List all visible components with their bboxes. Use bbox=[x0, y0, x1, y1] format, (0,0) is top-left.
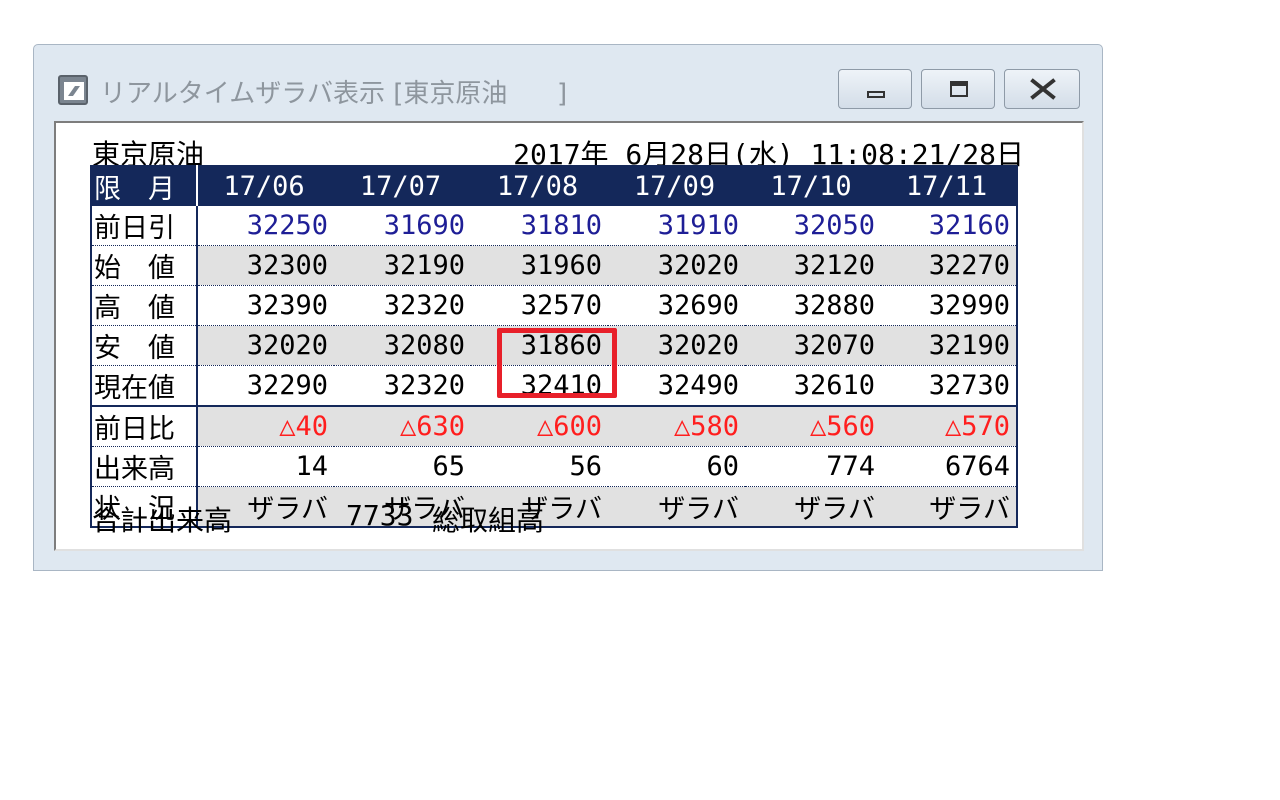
table-cell: 32250 bbox=[197, 206, 334, 246]
table-cell: 32690 bbox=[608, 285, 745, 326]
table-cell: 32160 bbox=[881, 206, 1017, 246]
table-cell: 56 bbox=[471, 446, 608, 487]
table-cell: △630 bbox=[334, 406, 471, 447]
table-cell: 32490 bbox=[608, 365, 745, 407]
minimize-icon bbox=[867, 91, 885, 98]
table-cell: 32320 bbox=[334, 285, 471, 326]
month-header-row: 限 月 17/06 17/07 17/08 17/09 17/10 17/11 bbox=[91, 166, 1017, 206]
title-bar[interactable]: リアルタイムザラバ表示 [東京原油 ] bbox=[34, 45, 1102, 121]
realtime-board-window: リアルタイムザラバ表示 [東京原油 ] 東京原油 2017年 6月28日(水) … bbox=[33, 44, 1103, 571]
table-cell: 32050 bbox=[745, 206, 881, 246]
table-row-previous-close: 前日引 32250 31690 31810 31910 32050 32160 bbox=[91, 206, 1017, 246]
table-cell: 32190 bbox=[881, 325, 1017, 366]
row-label: 安 値 bbox=[91, 325, 198, 366]
row-label: 現在値 bbox=[91, 365, 198, 407]
table-cell: 32120 bbox=[745, 245, 881, 286]
table-cell: 32320 bbox=[334, 365, 471, 407]
open-interest-label: 総取組高 bbox=[432, 504, 545, 537]
table-cell: △580 bbox=[608, 406, 745, 447]
month-header: 17/06 bbox=[197, 166, 334, 206]
maximize-button[interactable] bbox=[921, 69, 995, 109]
table-row-low: 安 値 32020 32080 31860 32020 32070 32190 bbox=[91, 325, 1017, 366]
month-header: 17/07 bbox=[334, 166, 471, 206]
table-cell: 32020 bbox=[608, 245, 745, 286]
row-label: 高 値 bbox=[91, 285, 198, 326]
table-cell: △560 bbox=[745, 406, 881, 447]
table-cell: ザラバ bbox=[881, 486, 1017, 527]
table-cell: 6764 bbox=[881, 446, 1017, 487]
table-cell: 14 bbox=[197, 446, 334, 487]
table-cell: 774 bbox=[745, 446, 881, 487]
table-cell: 32410 bbox=[471, 365, 608, 407]
minimize-button[interactable] bbox=[838, 69, 912, 109]
table-cell: 32880 bbox=[745, 285, 881, 326]
table-cell: 32730 bbox=[881, 365, 1017, 407]
window-title: リアルタイムザラバ表示 [東京原油 ] bbox=[100, 79, 568, 109]
row-label: 始 値 bbox=[91, 245, 198, 286]
total-volume-label: 合計出来高 bbox=[92, 504, 233, 537]
table-cell: 32990 bbox=[881, 285, 1017, 326]
month-header: 17/10 bbox=[745, 166, 881, 206]
row-label: 前日引 bbox=[91, 206, 198, 246]
table-cell: 32610 bbox=[745, 365, 881, 407]
total-volume-value: 7733 bbox=[346, 499, 414, 532]
table-cell: 32020 bbox=[608, 325, 745, 366]
table-cell: 65 bbox=[334, 446, 471, 487]
table-cell: △570 bbox=[881, 406, 1017, 447]
maximize-icon bbox=[950, 81, 968, 97]
table-cell: 31960 bbox=[471, 245, 608, 286]
table-cell: △40 bbox=[197, 406, 334, 447]
close-button[interactable] bbox=[1004, 69, 1080, 109]
table-cell: ザラバ bbox=[608, 486, 745, 527]
table-row-high: 高 値 32390 32320 32570 32690 32880 32990 bbox=[91, 285, 1017, 326]
price-board-table: 限 月 17/06 17/07 17/08 17/09 17/10 17/11 … bbox=[90, 165, 1018, 528]
row-label-header: 限 月 bbox=[91, 166, 198, 206]
month-header: 17/08 bbox=[471, 166, 608, 206]
table-cell: 32070 bbox=[745, 325, 881, 366]
table-cell: 31910 bbox=[608, 206, 745, 246]
table-row-current: 現在値 32290 32320 32410 32490 32610 32730 bbox=[91, 365, 1017, 407]
table-row-volume: 出来高 14 65 56 60 774 6764 bbox=[91, 446, 1017, 487]
table-cell: 32270 bbox=[881, 245, 1017, 286]
table-cell: 31860 bbox=[471, 325, 608, 366]
month-header: 17/09 bbox=[608, 166, 745, 206]
close-icon bbox=[1030, 78, 1056, 100]
row-label: 前日比 bbox=[91, 406, 198, 447]
board-panel: 東京原油 2017年 6月28日(水) 11:08:21/28日 限 月 17/… bbox=[54, 121, 1084, 551]
table-cell: 32020 bbox=[197, 325, 334, 366]
table-cell: △600 bbox=[471, 406, 608, 447]
table-cell: 32300 bbox=[197, 245, 334, 286]
table-cell: 31690 bbox=[334, 206, 471, 246]
table-cell: 60 bbox=[608, 446, 745, 487]
table-cell: ザラバ bbox=[745, 486, 881, 527]
table-row-open: 始 値 32300 32190 31960 32020 32120 32270 bbox=[91, 245, 1017, 286]
table-cell: 32570 bbox=[471, 285, 608, 326]
app-icon[interactable] bbox=[58, 75, 88, 105]
table-cell: 32390 bbox=[197, 285, 334, 326]
table-row-change: 前日比 △40 △630 △600 △580 △560 △570 bbox=[91, 406, 1017, 447]
table-cell: 31810 bbox=[471, 206, 608, 246]
table-cell: 32080 bbox=[334, 325, 471, 366]
table-cell: 32290 bbox=[197, 365, 334, 407]
table-cell: 32190 bbox=[334, 245, 471, 286]
row-label: 出来高 bbox=[91, 446, 198, 487]
month-header: 17/11 bbox=[881, 166, 1017, 206]
